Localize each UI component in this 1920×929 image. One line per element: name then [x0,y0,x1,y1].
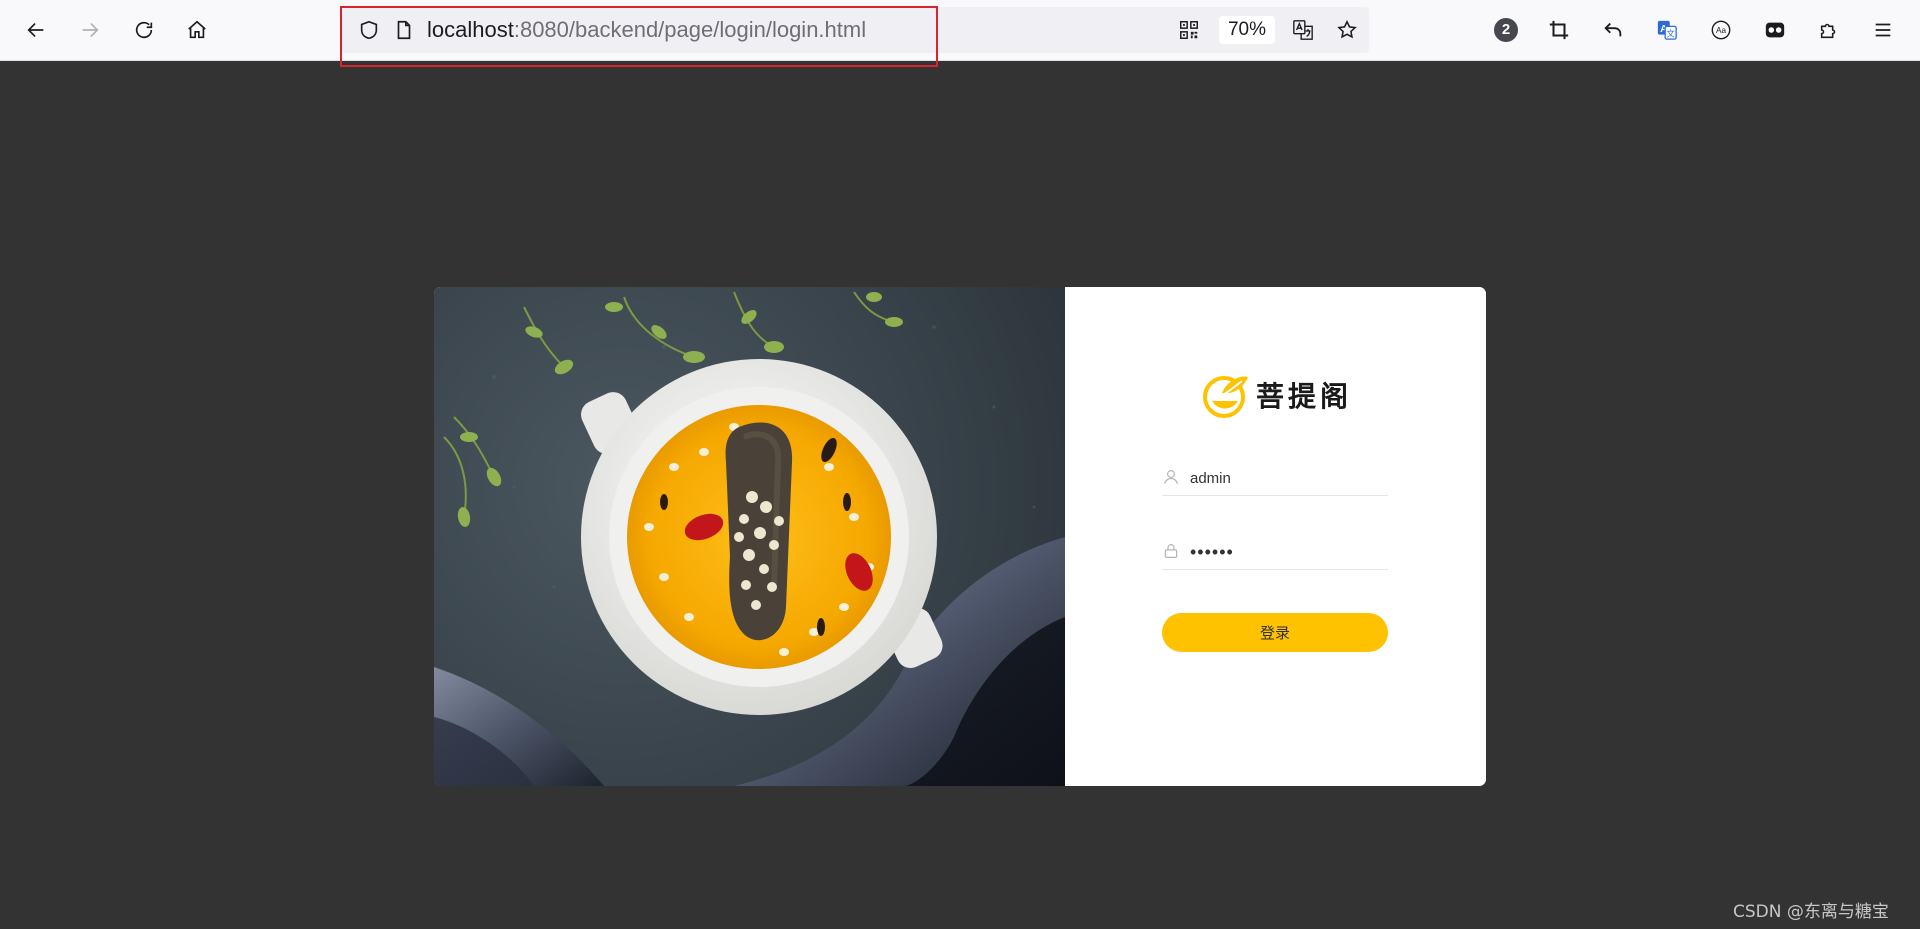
undo-button[interactable] [1597,14,1629,46]
reload-icon [135,21,153,39]
username-field [1162,462,1388,496]
brand-logo-icon [1203,376,1248,418]
url-bar[interactable]: localhost:8080/backend/page/login/login.… [341,7,1369,53]
svg-text:文: 文 [1667,28,1675,38]
reload-button[interactable] [128,14,160,46]
password-field [1162,536,1388,570]
brand-logo: 菩提阁 [1202,370,1352,420]
csdn-watermark: CSDN @东离与糖宝 [1733,902,1889,922]
qr-code-icon[interactable] [1177,18,1201,42]
translate-icon[interactable] [1291,18,1315,42]
mask-icon [1765,22,1785,38]
page-icon[interactable] [392,18,416,42]
menu-button[interactable] [1867,14,1899,46]
lock-icon [1162,542,1182,562]
extensions-button[interactable] [1813,14,1845,46]
font-aa-icon: Aa [1711,20,1731,40]
browser-toolbar: localhost:8080/backend/page/login/login.… [0,0,1920,67]
url-text[interactable]: localhost:8080/backend/page/login/login.… [427,17,866,43]
svg-text:Aa: Aa [1716,26,1727,35]
undo-arrow-icon [1604,22,1622,37]
login-form-panel: 菩提阁 登录 [1065,287,1486,786]
password-input[interactable] [1190,540,1386,564]
translate-extension-button[interactable]: A文 [1651,14,1683,46]
forward-arrow-icon [82,22,99,38]
extension-badge[interactable]: 2 [1494,18,1518,42]
url-host: localhost [427,17,514,42]
extension-button[interactable] [1759,14,1791,46]
username-input[interactable] [1190,466,1386,490]
back-button[interactable] [20,14,52,46]
forward-button[interactable] [74,14,106,46]
reader-font-button[interactable]: Aa [1705,14,1737,46]
food-banner-image [434,287,1065,786]
bookmark-star-icon[interactable] [1335,18,1359,42]
back-arrow-icon [27,22,44,38]
food-illustration [434,291,1065,786]
login-card: 菩提阁 登录 [434,287,1486,786]
shield-icon[interactable] [357,18,381,42]
screenshot-button[interactable] [1543,14,1575,46]
zoom-level[interactable]: 70% [1219,16,1275,44]
brand-name: 菩提阁 [1256,380,1353,413]
home-button[interactable] [181,14,213,46]
user-icon [1162,468,1182,488]
login-button[interactable]: 登录 [1162,613,1388,652]
puzzle-icon [1820,23,1836,39]
home-icon [188,20,206,39]
hamburger-menu-icon [1875,23,1891,37]
translate-extension-icon: A文 [1657,20,1677,40]
crop-icon [1549,20,1569,40]
url-path: :8080/backend/page/login/login.html [513,17,867,42]
